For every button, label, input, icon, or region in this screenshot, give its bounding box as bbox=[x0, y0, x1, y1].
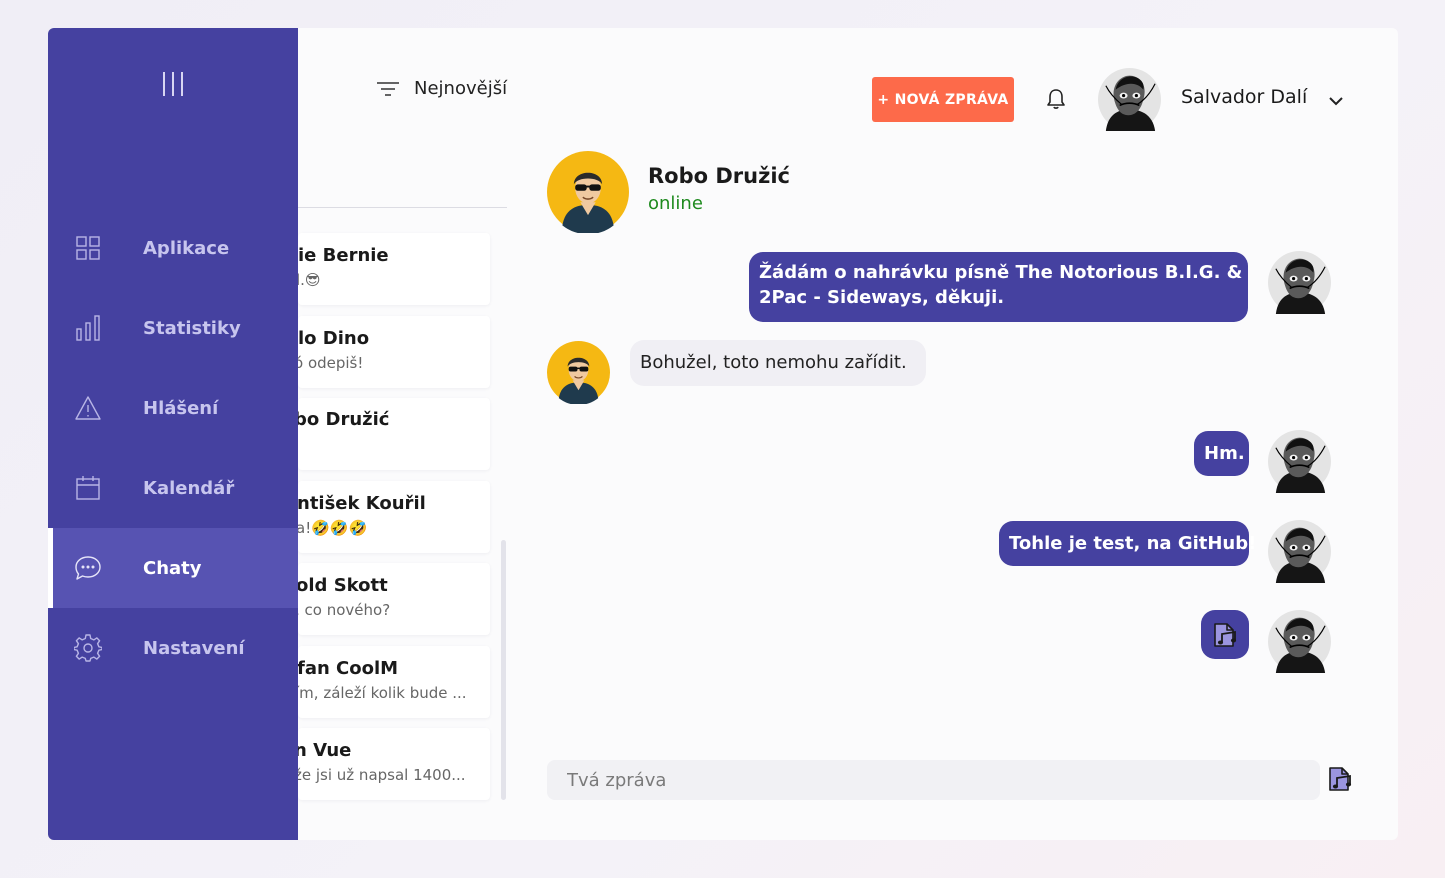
sidebar-item-hlaseni[interactable]: Hlášení bbox=[48, 368, 298, 448]
sidebar-item-statistiky[interactable]: Statistiky bbox=[48, 288, 298, 368]
sidebar-item-label: Hlášení bbox=[143, 397, 219, 419]
chat-preview: , co nového? bbox=[298, 601, 391, 619]
chat-bubble-icon bbox=[74, 554, 102, 582]
message-attachment-bubble[interactable] bbox=[1201, 610, 1249, 659]
user-avatar bbox=[1268, 520, 1331, 583]
chat-list: ie Bernie l.😎 lo Dino ó odepiš! bo Druži… bbox=[298, 233, 490, 811]
sidebar-item-aplikace[interactable]: Aplikace bbox=[48, 208, 298, 288]
message-text-line: 2Pac - Sideways, děkuji. bbox=[759, 287, 1005, 308]
user-avatar[interactable] bbox=[1098, 68, 1161, 131]
calendar-icon bbox=[74, 474, 102, 502]
menu-toggle-icon[interactable] bbox=[163, 72, 183, 96]
apps-grid-icon bbox=[74, 234, 102, 262]
contact-status: online bbox=[648, 193, 703, 214]
bar-chart-icon bbox=[74, 314, 102, 342]
user-avatar bbox=[1268, 430, 1331, 493]
contact-avatar[interactable] bbox=[547, 151, 629, 233]
chat-list-scrollbar[interactable] bbox=[501, 540, 506, 800]
music-file-icon bbox=[1327, 766, 1353, 792]
user-avatar bbox=[1268, 610, 1331, 673]
chat-list-item[interactable]: fan CoolM ím, záleží kolik bude ... bbox=[298, 645, 490, 718]
sidebar: Aplikace Statistiky Hlášení Kalendář Cha… bbox=[48, 28, 298, 840]
filter-icon bbox=[377, 81, 399, 96]
chat-preview: ó odepiš! bbox=[298, 353, 364, 372]
message-bubble-incoming: Bohužel, toto nemohu zařídit. bbox=[630, 340, 926, 386]
chat-list-item[interactable]: ie Bernie l.😎 bbox=[298, 233, 490, 305]
chat-list-item[interactable]: ntišek Kouřil a!🤣🤣🤣 bbox=[298, 480, 490, 553]
chat-preview: ím, záleží kolik bude ... bbox=[298, 683, 467, 702]
chat-preview: že jsi už napsal 1400... bbox=[298, 766, 466, 784]
chat-name: bo Družić bbox=[298, 409, 390, 430]
attach-music-button[interactable] bbox=[1327, 766, 1353, 792]
message-bubble-outgoing: Žádám o nahrávku písně The Notorious B.I… bbox=[749, 252, 1248, 322]
sidebar-item-label: Aplikace bbox=[143, 237, 230, 259]
music-file-icon bbox=[1212, 622, 1238, 648]
chat-name: old Skott bbox=[298, 575, 388, 596]
contact-name: Robo Družić bbox=[648, 164, 790, 188]
sidebar-item-kalendar[interactable]: Kalendář bbox=[48, 448, 298, 528]
chevron-down-icon[interactable] bbox=[1328, 92, 1344, 106]
divider bbox=[298, 207, 507, 208]
sidebar-item-label: Kalendář bbox=[143, 477, 235, 499]
sort-label: Nejnovější bbox=[414, 78, 508, 99]
sidebar-item-label: Chaty bbox=[143, 557, 202, 579]
sort-dropdown[interactable]: Nejnovější bbox=[376, 78, 507, 99]
message-bubble-outgoing: Tohle je test, na GitHub! bbox=[999, 521, 1256, 566]
chat-name: lo Dino bbox=[298, 327, 370, 349]
warning-triangle-icon bbox=[74, 394, 102, 422]
chat-preview: a!🤣🤣🤣 bbox=[298, 518, 368, 537]
chat-list-panel: Nejnovější ie Bernie l.😎 lo Dino ó odepi… bbox=[298, 28, 510, 840]
contact-avatar bbox=[547, 341, 610, 404]
sidebar-nav: Aplikace Statistiky Hlášení Kalendář Cha… bbox=[48, 208, 298, 688]
sidebar-item-nastaveni[interactable]: Nastavení bbox=[48, 608, 298, 688]
bell-icon[interactable] bbox=[1046, 88, 1066, 110]
sidebar-item-label: Nastavení bbox=[143, 637, 245, 659]
user-name[interactable]: Salvador Dalí bbox=[1181, 86, 1307, 108]
chat-name: fan CoolM bbox=[298, 657, 399, 679]
message-text-line: Žádám o nahrávku písně The Notorious B.I… bbox=[759, 262, 1243, 283]
message-bubble-outgoing: Hm. bbox=[1194, 431, 1249, 476]
user-avatar bbox=[1268, 251, 1331, 314]
gear-icon bbox=[74, 634, 102, 662]
chat-list-item[interactable]: old Skott , co nového? bbox=[298, 563, 490, 635]
chat-preview: l.😎 bbox=[298, 271, 321, 289]
new-message-button[interactable]: + NOVÁ ZPRÁVA bbox=[872, 77, 1014, 122]
chat-app: Aplikace Statistiky Hlášení Kalendář Cha… bbox=[48, 28, 1398, 840]
chat-name: n Vue bbox=[298, 740, 352, 761]
chat-list-item[interactable]: n Vue že jsi už napsal 1400... bbox=[298, 728, 490, 800]
chat-list-item[interactable]: bo Družić bbox=[298, 398, 490, 470]
chat-name: ntišek Kouřil bbox=[298, 492, 426, 514]
sidebar-item-chaty[interactable]: Chaty bbox=[48, 528, 298, 608]
message-input[interactable] bbox=[547, 760, 1320, 800]
sidebar-item-label: Statistiky bbox=[143, 317, 241, 339]
chat-name: ie Bernie bbox=[298, 245, 389, 266]
chat-list-item[interactable]: lo Dino ó odepiš! bbox=[298, 315, 490, 388]
